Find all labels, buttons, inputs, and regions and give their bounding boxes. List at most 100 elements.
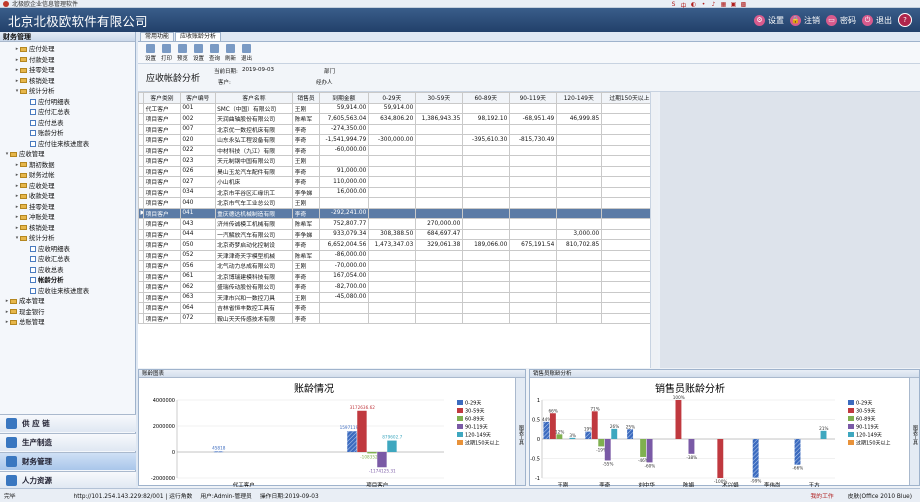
grid-scrollbar[interactable] bbox=[650, 92, 658, 368]
toolbar-button[interactable]: 打印 bbox=[160, 44, 173, 62]
table-cell: 1,473,347.03 bbox=[367, 239, 416, 251]
password-button[interactable]: ▭ 密码 bbox=[826, 14, 856, 26]
table-row[interactable]: 项目客户 027 小山机床 李奇 110,000.00 bbox=[138, 176, 657, 188]
nav-item[interactable]: ▸ 核销处理 bbox=[0, 76, 135, 87]
module-tab[interactable]: 生产制造 bbox=[0, 433, 136, 451]
tray-dot-icon[interactable]: • bbox=[700, 1, 707, 8]
module-tab[interactable]: 人力资源 bbox=[0, 471, 136, 489]
nav-item[interactable]: 应付明细表 bbox=[0, 97, 135, 108]
nav-item[interactable]: ▸ 付款处理 bbox=[0, 55, 135, 66]
column-header[interactable]: 30-59天 bbox=[414, 92, 463, 104]
table-row[interactable]: 项目客户 026 昊山玉龙汽车配件有限 李奇 91,000.00 bbox=[138, 165, 657, 177]
nav-item[interactable]: 应付汇总表 bbox=[0, 107, 135, 118]
logout-button[interactable]: 🔒 注销 bbox=[790, 14, 820, 26]
nav-item[interactable]: 应付总表 bbox=[0, 118, 135, 129]
skin-label[interactable]: 皮肤(Office 2010 Blue) bbox=[848, 491, 912, 500]
table-row[interactable]: 项目客户 002 天润曲轴股份有限公司 陈希军 7,605,563.04 634,806.… bbox=[138, 113, 657, 125]
table-row[interactable]: 项目客户 040 北京市气车工业总公司 王刚 bbox=[138, 197, 657, 209]
column-header[interactable]: 120-149天 bbox=[555, 92, 602, 104]
table-row[interactable]: 项目客户 050 北京奇梦启动化控制设 李奇 6,652,004.56 1,473,347… bbox=[138, 239, 657, 251]
nav-item[interactable]: ▾ 统计分析 bbox=[0, 233, 135, 244]
my-work-link[interactable]: 我的工作 bbox=[810, 491, 833, 500]
nav-item[interactable]: 应收往来核进度表 bbox=[0, 286, 135, 297]
table-row[interactable]: 项目客户 023 天元制钢中国有限公司 王刚 bbox=[138, 155, 657, 167]
table-row[interactable]: 项目客户 072 鞍山天天传感技术有限 李奇 bbox=[138, 312, 657, 324]
nav-item[interactable]: ▸ 收款处理 bbox=[0, 191, 135, 202]
settings-button[interactable]: ⚙ 设置 bbox=[754, 14, 784, 26]
nav-item[interactable]: ▸ 挂零处理 bbox=[0, 202, 135, 213]
nav-item[interactable]: 账龄分析 bbox=[0, 128, 135, 139]
nav-item[interactable]: ▾ 统计分析 bbox=[0, 86, 135, 97]
tray-chinese-icon[interactable]: 中 bbox=[680, 1, 687, 10]
table-cell bbox=[461, 302, 510, 314]
nav-item[interactable]: ▸ 核销处理 bbox=[0, 223, 135, 234]
table-row[interactable]: 项目客户 020 山东永弘工程设备有限 李奇 -1,541,994.79 -300,000… bbox=[138, 134, 657, 146]
nav-item[interactable]: ▸ 财务过帐 bbox=[0, 170, 135, 181]
column-header[interactable]: 客户编号 bbox=[179, 92, 216, 104]
tray-shirt-icon[interactable]: ▣ bbox=[730, 1, 737, 8]
chart-tools-tab[interactable]: 图表工具 bbox=[515, 378, 525, 485]
table-row[interactable]: 项目客户 064 吉林省恒丰数控工具有 李奇 bbox=[138, 302, 657, 314]
table-row[interactable]: 项目客户 063 天津市兴和一数控刀具 王刚 -45,080.00 bbox=[138, 291, 657, 303]
toolbar-button[interactable]: 预览 bbox=[176, 44, 189, 62]
status-user: 用户:Admin-管理员 bbox=[200, 494, 252, 500]
table-row[interactable]: 项目客户 034 北京市平谷区汇缘讯工 李争娣 16,000.00 bbox=[138, 186, 657, 198]
tray-keyboard-icon[interactable]: ▦ bbox=[720, 1, 727, 8]
nav-item[interactable]: ▾ 应收管理 bbox=[0, 149, 135, 160]
column-header[interactable]: 60-89天 bbox=[461, 92, 510, 104]
nav-item[interactable]: ▸ 现金银行 bbox=[0, 307, 135, 318]
table-row[interactable]: 项目客户 044 一汽解放汽车有限公司 李争娣 933,079.34 308,388.50… bbox=[138, 228, 657, 240]
nav-item[interactable]: ▸ 应收处理 bbox=[0, 181, 135, 192]
document-icon bbox=[30, 109, 36, 116]
nav-item[interactable]: 应收汇总表 bbox=[0, 254, 135, 265]
table-row[interactable]: 项目客户 062 盛瑞传动股份有限公司 李奇 -82,700.00 bbox=[138, 281, 657, 293]
table-cell: 项目客户 bbox=[143, 197, 181, 209]
nav-item[interactable]: 帐龄分析 bbox=[0, 275, 135, 286]
column-header[interactable]: 客户名称 bbox=[214, 92, 294, 104]
toolbar-button[interactable]: 刷新 bbox=[224, 44, 237, 62]
table-cell bbox=[555, 176, 602, 188]
table-row[interactable]: 项目客户 061 北京博瑞建模科技有限 李奇 167,054.00 bbox=[138, 270, 657, 282]
table-cell: 044 bbox=[179, 228, 216, 240]
tab[interactable]: 常用功能 bbox=[140, 32, 175, 41]
tray-mic-icon[interactable]: ♪ bbox=[710, 1, 717, 8]
module-tab[interactable]: 供 应 链 bbox=[0, 414, 136, 432]
exit-button[interactable]: ⏻ 退出 bbox=[862, 14, 892, 26]
table-row[interactable]: 项目客户 043 济州传诚模工机械有限 陈希军 752,807.77 270,000.00 bbox=[138, 218, 657, 230]
table-row[interactable]: 项目客户 007 北京优一数控机床有限 李奇 -274,350.00 bbox=[138, 123, 657, 135]
module-tab[interactable]: 财务管理 bbox=[0, 452, 136, 470]
nav-tree: ▸ 应付处理 ▸ 付款处理 ▸ 挂零处理 ▸ 核销处理 ▾ 统计分析 应付明细表 应付汇总表 应付总表账… bbox=[0, 42, 135, 328]
tray-grid-icon[interactable]: ▩ bbox=[740, 1, 747, 8]
table-cell: 盛瑞传动股份有限公司 bbox=[214, 281, 294, 293]
table-row[interactable]: 项目客户 022 中材科技（九江）有限 李奇 -60,000.00 bbox=[138, 144, 657, 156]
toolbar-button[interactable]: 设置 bbox=[144, 44, 157, 62]
table-row[interactable]: ▶项目客户041重庆德达机械制造有限李奇-292,241.00 bbox=[138, 207, 657, 219]
nav-item[interactable]: 应收总表 bbox=[0, 265, 135, 276]
column-header[interactable]: 到期金额 bbox=[318, 92, 369, 104]
tray-s-icon[interactable]: S bbox=[670, 1, 677, 8]
toolbar-button[interactable]: 设置 bbox=[192, 44, 205, 62]
tab[interactable]: 应收账龄分析 bbox=[175, 32, 222, 41]
column-header[interactable]: 客户类别 bbox=[143, 92, 181, 104]
column-header[interactable]: 90-119天 bbox=[508, 92, 557, 104]
nav-item[interactable]: ▸ 期初数据 bbox=[0, 160, 135, 171]
nav-item[interactable]: 应收明细表 bbox=[0, 244, 135, 255]
date-label: 当前日期: bbox=[214, 69, 238, 75]
column-header[interactable]: 销售员 bbox=[292, 92, 320, 104]
nav-item[interactable]: ▸ 应付处理 bbox=[0, 44, 135, 55]
nav-item[interactable]: ▸ 冲账处理 bbox=[0, 212, 135, 223]
column-header[interactable]: 0-29天 bbox=[367, 92, 416, 104]
toolbar-button[interactable]: 退出 bbox=[240, 44, 253, 62]
nav-item[interactable]: 应付往来核进度表 bbox=[0, 139, 135, 150]
nav-item[interactable]: ▸ 挂零处理 bbox=[0, 65, 135, 76]
chart-tools-tab-2[interactable]: 图表工具 bbox=[909, 378, 919, 485]
nav-item[interactable]: ▸ 成本管理 bbox=[0, 296, 135, 307]
tray-moon-icon[interactable]: ◐ bbox=[690, 1, 697, 8]
table-row[interactable]: 项目客户 052 天津津奇天字模型机械 陈希军 -86,000.00 bbox=[138, 249, 657, 261]
table-row[interactable]: 项目客户 056 北气动力总成有限公司 王刚 -70,000.00 bbox=[138, 260, 657, 272]
nav-item[interactable]: ▸ 总账管理 bbox=[0, 317, 135, 328]
help-button[interactable]: ? bbox=[898, 13, 912, 27]
toolbar-button[interactable]: 查询 bbox=[208, 44, 221, 62]
table-row[interactable]: 代工客户 001 SMC（中国）有限公司 王刚 59,914.00 59,914.00 bbox=[138, 102, 657, 114]
y-tick-label: 4000000 bbox=[153, 398, 175, 404]
